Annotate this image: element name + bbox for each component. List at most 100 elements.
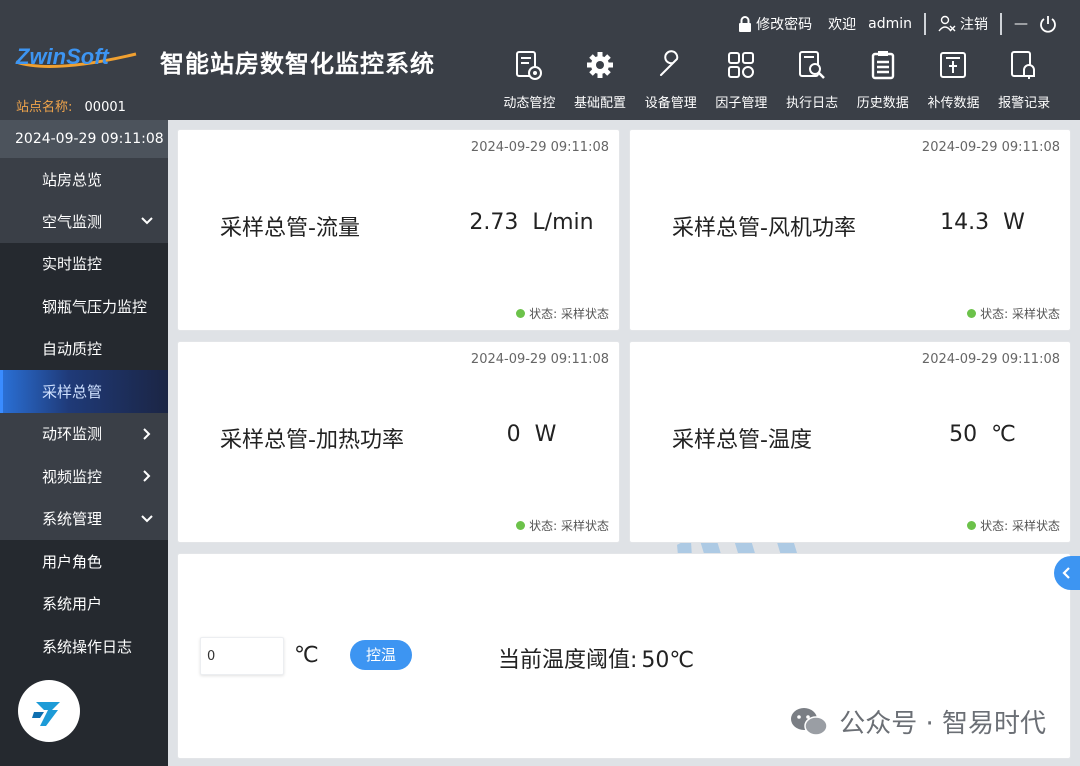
- sidebar-item-label: 钢瓶气压力监控: [42, 297, 148, 316]
- card-unit: W: [534, 422, 557, 447]
- status-badge: 状态: 采样状态: [516, 305, 609, 322]
- sidebar-item-video-monitoring[interactable]: 视频监控: [0, 455, 168, 498]
- app-header: ZwinSoft 智能站房数智化监控系统 站点名称: 00001 修改密码 欢迎…: [0, 0, 1080, 120]
- status-dot-icon: [967, 521, 977, 530]
- status-text: 状态: 采样状态: [529, 307, 609, 321]
- sidebar-item-label: 自动质控: [42, 340, 103, 359]
- card-reading: 2.73 L/min: [444, 210, 619, 235]
- log-search-icon: [777, 50, 848, 86]
- card-unit: W: [1003, 210, 1025, 235]
- chevron-left-icon: [1062, 567, 1070, 579]
- sidebar-item-label: 实时监控: [42, 255, 103, 274]
- change-password-label: 修改密码: [756, 17, 813, 33]
- sidebar-item-label: 系统用户: [42, 595, 103, 614]
- nav-label: 报警记录: [998, 96, 1051, 111]
- metric-card-temperature: 2024-09-29 09:11:08 采样总管-温度 50 ℃ 状态: 采样状态: [629, 341, 1071, 543]
- station-value: 00001: [84, 100, 126, 115]
- sidebar-item-station-overview[interactable]: 站房总览: [0, 158, 168, 200]
- main-nav: 动态管控 基础配置 设备管理 因子管理 执行日志 历史数据 补传数据 报警记录: [494, 50, 1060, 111]
- nav-alarm-records[interactable]: 报警记录: [989, 50, 1060, 111]
- nav-label: 执行日志: [786, 96, 839, 111]
- sidebar-datetime: 2024-09-29 09:11:08: [0, 120, 168, 158]
- sidebar: 2024-09-29 09:11:08 站房总览 空气监测 实时监控 钢瓶气压力…: [0, 120, 168, 766]
- card-reading: 0W: [444, 422, 619, 447]
- card-value: 0: [506, 422, 521, 447]
- username: admin: [868, 16, 912, 32]
- power-button[interactable]: [1038, 14, 1058, 34]
- status-text: 状态: 采样状态: [980, 307, 1060, 321]
- wechat-watermark: 公众号 · 智易时代: [789, 703, 1046, 740]
- station-label: 站点名称:: [16, 100, 73, 115]
- sidebar-item-system-users[interactable]: 系统用户: [0, 582, 168, 625]
- nav-basic-config[interactable]: 基础配置: [565, 50, 636, 111]
- status-dot-icon: [516, 521, 526, 530]
- factor-grid-icon: [706, 50, 777, 86]
- alarm-bell-icon: [989, 50, 1060, 86]
- change-password-link[interactable]: 修改密码: [738, 14, 812, 34]
- nav-label: 动态管控: [503, 96, 556, 111]
- card-unit: ℃: [991, 422, 1016, 447]
- wrench-icon: [635, 50, 706, 86]
- nav-label: 因子管理: [715, 96, 768, 111]
- nav-dynamic-control[interactable]: 动态管控: [494, 50, 565, 111]
- card-metric-name: 采样总管-加热功率: [220, 428, 404, 453]
- chevron-down-icon: [141, 515, 153, 523]
- dynamic-control-icon: [494, 50, 565, 86]
- nav-resend-data[interactable]: 补传数据: [918, 50, 989, 111]
- sidebar-item-system-management[interactable]: 系统管理: [0, 497, 168, 540]
- card-timestamp: 2024-09-29 09:11:08: [470, 352, 609, 367]
- sidebar-item-realtime-monitoring[interactable]: 实时监控: [0, 242, 168, 285]
- power-icon: [1038, 14, 1058, 34]
- temperature-input[interactable]: [200, 637, 284, 675]
- threshold-value: 50℃: [641, 648, 695, 673]
- nav-label: 补传数据: [927, 96, 980, 111]
- divider: [924, 13, 926, 35]
- sidebar-item-air-monitoring[interactable]: 空气监测: [0, 200, 168, 243]
- status-badge: 状态: 采样状态: [967, 517, 1060, 534]
- sidebar-item-user-roles[interactable]: 用户角色: [0, 540, 168, 583]
- nav-factor-management[interactable]: 因子管理: [706, 50, 777, 111]
- user-logout-icon: [938, 15, 956, 33]
- nav-label: 基础配置: [574, 96, 627, 111]
- sidebar-item-auto-qc[interactable]: 自动质控: [0, 327, 168, 370]
- status-dot-icon: [967, 309, 977, 318]
- sidebar-item-label: 采样总管: [42, 382, 103, 401]
- minimize-button[interactable]: —: [1014, 16, 1028, 32]
- threshold-display: 当前温度阈值: 50℃: [498, 642, 694, 674]
- sidebar-item-label: 系统管理: [42, 510, 103, 529]
- welcome-text: 欢迎 admin: [828, 14, 912, 34]
- logout-label: 注销: [960, 17, 988, 33]
- sidebar-item-env-monitoring[interactable]: 动环监测: [0, 412, 168, 455]
- card-metric-name: 采样总管-流量: [220, 216, 360, 241]
- nav-label: 设备管理: [644, 96, 697, 111]
- sidebar-item-label: 动环监测: [42, 425, 103, 444]
- chevron-down-icon: [141, 217, 153, 225]
- threshold-label: 当前温度阈值:: [498, 648, 638, 673]
- gear-icon: [565, 50, 636, 86]
- sidebar-item-sampling-manifold[interactable]: 采样总管: [0, 370, 168, 413]
- metric-card-flow: 2024-09-29 09:11:08 采样总管-流量 2.73 L/min 状态…: [177, 129, 620, 331]
- nav-history-data[interactable]: 历史数据: [847, 50, 918, 111]
- card-reading: 14.3 W: [895, 210, 1070, 235]
- minimize-icon: —: [1014, 16, 1028, 32]
- card-timestamp: 2024-09-29 09:11:08: [470, 140, 609, 155]
- brand-badge-icon: [18, 680, 80, 742]
- sidebar-item-label: 系统操作日志: [42, 637, 133, 656]
- nav-execution-log[interactable]: 执行日志: [777, 50, 848, 111]
- status-text: 状态: 采样状态: [529, 519, 609, 533]
- logout-button[interactable]: 注销: [938, 14, 988, 34]
- collapse-panel-button[interactable]: [1054, 556, 1080, 590]
- wechat-text: 公众号 · 智易时代: [839, 709, 1046, 739]
- chevron-right-icon: [143, 428, 151, 440]
- page-title: 智能站房数智化监控系统: [160, 50, 435, 78]
- nav-device-management[interactable]: 设备管理: [635, 50, 706, 111]
- control-temperature-button[interactable]: 控温: [350, 640, 412, 670]
- status-text: 状态: 采样状态: [980, 519, 1060, 533]
- sidebar-item-cylinder-pressure[interactable]: 钢瓶气压力监控: [0, 285, 168, 328]
- card-value: 2.73: [469, 210, 519, 235]
- divider: [1000, 13, 1002, 35]
- upload-icon: [918, 50, 989, 86]
- sidebar-item-label: 空气监测: [42, 212, 103, 231]
- sidebar-item-operation-log[interactable]: 系统操作日志: [0, 625, 168, 668]
- zwinsoft-logo: ZwinSoft: [12, 40, 142, 76]
